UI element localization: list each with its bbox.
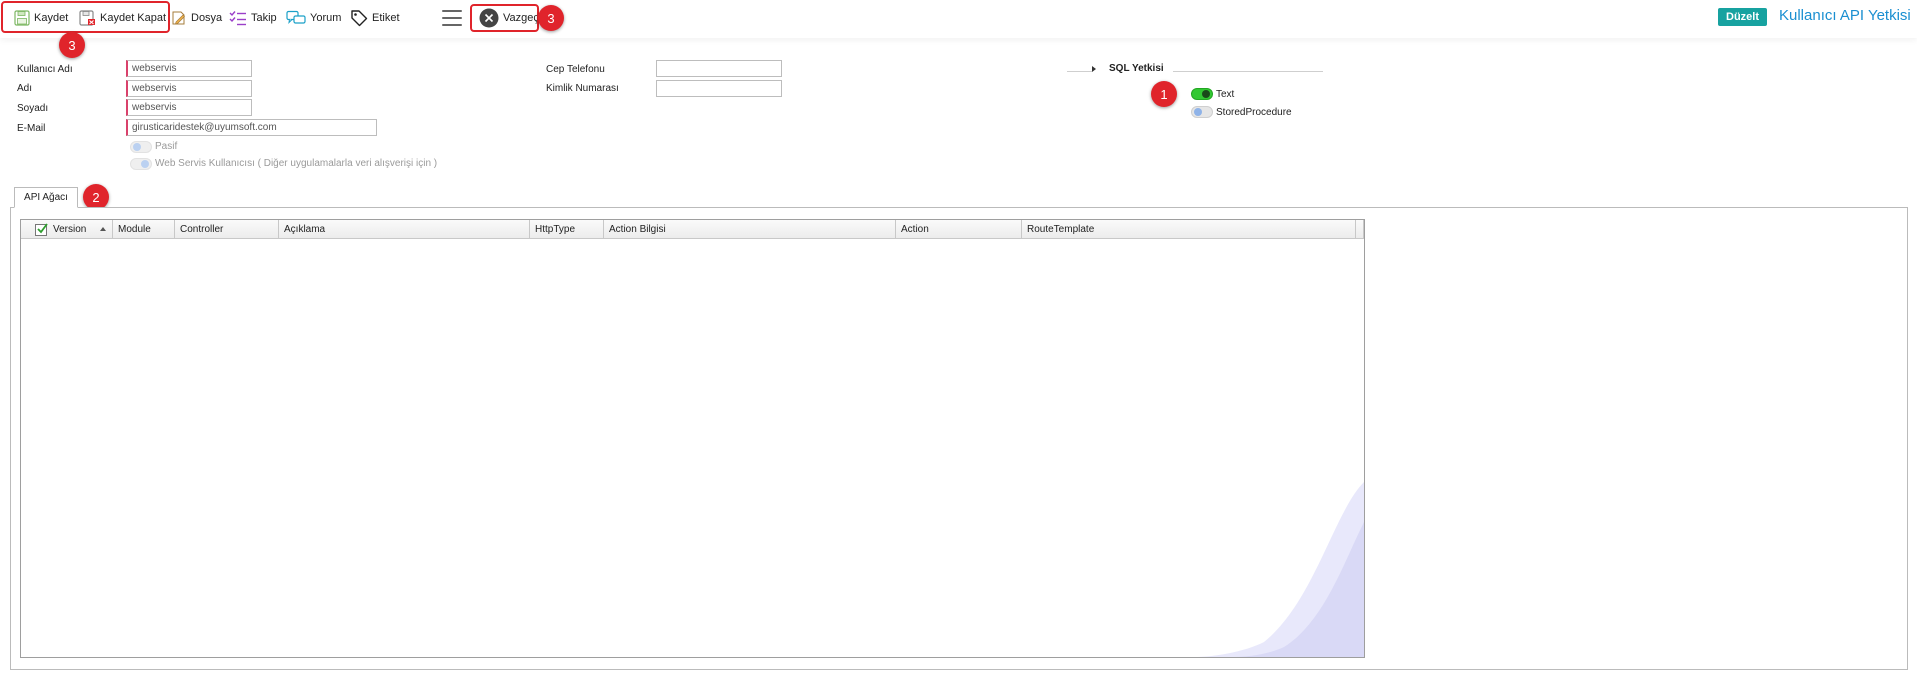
file-button[interactable]: Dosya xyxy=(171,8,222,28)
watermark-wave-decoration xyxy=(1194,482,1364,657)
id-number-field[interactable] xyxy=(656,80,782,97)
file-pencil-icon xyxy=(172,11,185,25)
name-field[interactable]: webservis xyxy=(126,80,252,97)
sql-section-line-right xyxy=(1173,71,1323,72)
email-label: E-Mail xyxy=(17,123,46,134)
surname-field[interactable]: webservis xyxy=(126,99,252,116)
pasif-label: Pasif xyxy=(155,141,178,152)
annotation-marker-sql: 1 xyxy=(1151,81,1177,107)
column-header-action-info[interactable]: Action Bilgisi xyxy=(604,220,896,239)
tag-label: Etiket xyxy=(372,12,400,24)
tag-button[interactable]: Etiket xyxy=(350,8,400,28)
mobile-phone-label: Cep Telefonu xyxy=(546,64,605,75)
column-header-route-template[interactable]: RouteTemplate xyxy=(1022,220,1356,239)
menu-icon[interactable] xyxy=(442,10,462,26)
sort-ascending-icon xyxy=(100,227,106,231)
surname-label: Soyadı xyxy=(17,103,49,114)
column-header-description[interactable]: Açıklama xyxy=(279,220,530,239)
name-label: Adı xyxy=(17,83,33,94)
column-header-label: HttpType xyxy=(535,224,576,235)
column-header-label: Açıklama xyxy=(284,224,326,235)
pasif-toggle[interactable] xyxy=(130,141,152,153)
grid-header: Version Module Controller Açıklama HttpT… xyxy=(21,220,1364,239)
sql-stored-procedure-toggle[interactable] xyxy=(1191,106,1213,118)
annotation-box-save xyxy=(1,1,170,33)
column-header-label: Action Bilgisi xyxy=(609,224,666,235)
column-header-controller[interactable]: Controller xyxy=(175,220,279,239)
column-header-label: Controller xyxy=(180,224,224,235)
follow-label: Takip xyxy=(251,12,277,24)
api-grid: Version Module Controller Açıklama HttpT… xyxy=(20,219,1365,658)
edit-mode-badge: Düzelt xyxy=(1718,8,1767,26)
web-service-label: Web Servis Kullanıcısı ( Diğer uygulamal… xyxy=(155,158,438,169)
sql-section-line-left xyxy=(1067,71,1092,72)
username-label: Kullanıcı Adı xyxy=(17,64,73,75)
tab-api-tree-label: API Ağacı xyxy=(24,192,68,203)
column-header-label: RouteTemplate xyxy=(1027,224,1095,235)
page-title: Kullanıcı API Yetkisi xyxy=(1779,7,1911,24)
toolbar: Kaydet Kaydet Kapat Dosya Takip Yorum Et… xyxy=(0,0,1917,38)
username-field[interactable]: webservis xyxy=(126,60,252,77)
sql-text-label: Text xyxy=(1216,89,1235,100)
checkmark-icon xyxy=(37,222,48,233)
caret-right-icon[interactable] xyxy=(1092,66,1096,72)
column-header-module[interactable]: Module xyxy=(113,220,175,239)
column-header-label: Version xyxy=(53,224,87,235)
sql-text-toggle[interactable] xyxy=(1191,88,1213,100)
chat-bubbles-icon xyxy=(286,10,306,24)
sql-section-title: SQL Yetkisi xyxy=(1109,63,1164,74)
sql-stored-procedure-label: StoredProcedure xyxy=(1216,107,1292,118)
tag-icon xyxy=(351,10,368,27)
annotation-box-cancel xyxy=(470,4,539,32)
column-header-version[interactable]: Version xyxy=(21,220,113,239)
id-number-label: Kimlik Numarası xyxy=(546,83,619,94)
tab-api-tree[interactable]: API Ağacı xyxy=(14,187,78,208)
comment-button[interactable]: Yorum xyxy=(286,8,341,28)
annotation-marker-save: 3 xyxy=(59,32,85,58)
follow-button[interactable]: Takip xyxy=(229,8,277,28)
column-header-label: Module xyxy=(118,224,151,235)
column-header-http-type[interactable]: HttpType xyxy=(530,220,604,239)
column-header-filler xyxy=(1356,220,1364,239)
comment-label: Yorum xyxy=(310,12,342,24)
file-label: Dosya xyxy=(191,12,223,24)
column-header-label: Action xyxy=(901,224,929,235)
annotation-marker-cancel: 3 xyxy=(538,5,564,31)
web-service-toggle[interactable] xyxy=(130,158,152,170)
checklist-icon xyxy=(229,11,246,26)
column-header-action[interactable]: Action xyxy=(896,220,1022,239)
email-field[interactable]: girusticaridestek@uyumsoft.com xyxy=(126,119,377,136)
mobile-phone-field[interactable] xyxy=(656,60,782,77)
select-all-checkbox[interactable] xyxy=(35,222,48,236)
